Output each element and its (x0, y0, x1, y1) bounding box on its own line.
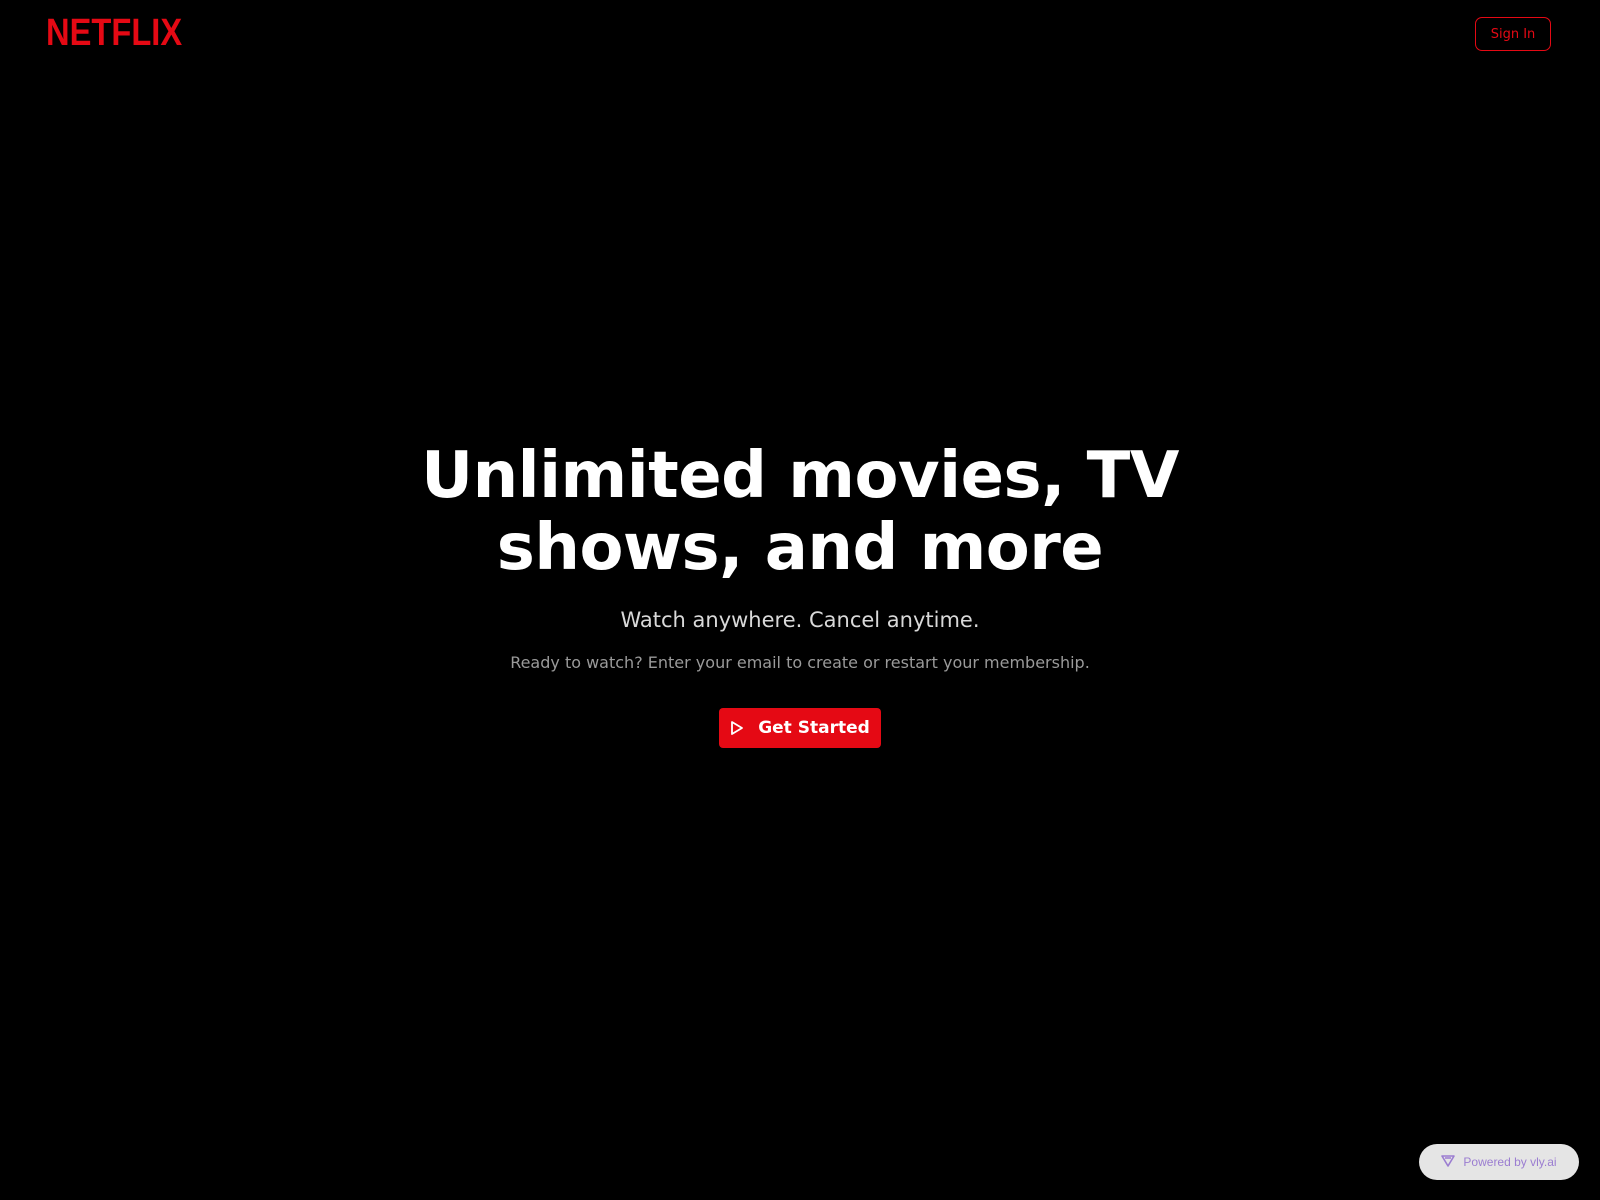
hero-subheadline: Watch anywhere. Cancel anytime. (620, 608, 980, 632)
get-started-label: Get Started (758, 718, 870, 738)
hero-headline: Unlimited movies, TV shows, and more (350, 440, 1250, 584)
play-icon (730, 720, 744, 736)
get-started-button[interactable]: Get Started (719, 708, 881, 748)
cta-description: Ready to watch? Enter your email to crea… (510, 653, 1090, 672)
hero-headline-line-2: shows, and more (496, 511, 1104, 585)
sign-in-label: Sign In (1490, 26, 1536, 42)
sign-in-button[interactable]: Sign In (1475, 17, 1551, 51)
vly-logo-icon (1441, 1154, 1456, 1170)
powered-by-badge[interactable]: Powered by vly.ai (1419, 1144, 1579, 1180)
hero-section: Unlimited movies, TV shows, and more Wat… (0, 440, 1600, 748)
netflix-logo[interactable]: NETFLIX (46, 14, 182, 52)
landing-page: NETFLIX Sign In Unlimited movies, TV sho… (0, 0, 1600, 1200)
powered-by-label: Powered by vly.ai (1463, 1155, 1557, 1169)
hero-headline-line-1: Unlimited movies, TV (421, 439, 1179, 513)
logo-text: NETFLIX (46, 12, 183, 54)
